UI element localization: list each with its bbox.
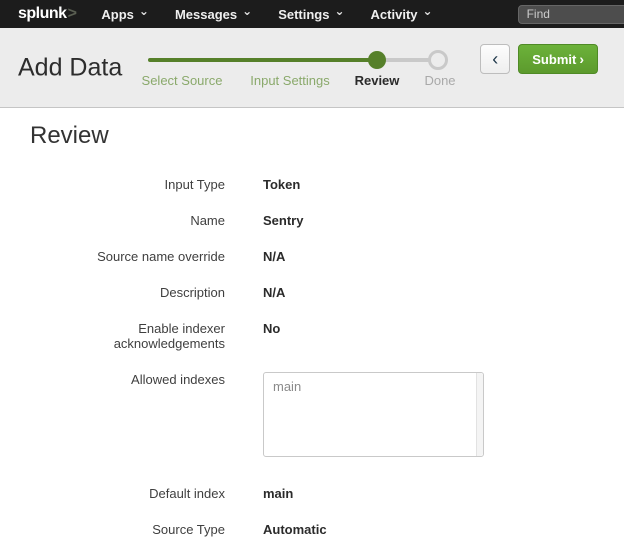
field-row-name: Name Sentry xyxy=(30,213,624,228)
field-label: Allowed indexes xyxy=(30,372,225,387)
field-row-input-type: Input Type Token xyxy=(30,177,624,192)
review-panel: Review Input Type Token Name Sentry Sour… xyxy=(0,108,624,537)
page-title: Add Data xyxy=(18,54,122,83)
chevron-down-icon: ⌄ xyxy=(242,4,252,18)
field-row-source-name-override: Source name override N/A xyxy=(30,249,624,264)
allowed-indexes-listbox[interactable]: main xyxy=(263,372,484,457)
field-row-source-type: Source Type Automatic xyxy=(30,522,624,537)
field-label: Source Type xyxy=(30,522,225,537)
field-value: N/A xyxy=(263,285,285,300)
field-row-allowed-indexes: Allowed indexes main xyxy=(30,372,624,457)
field-row-description: Description N/A xyxy=(30,285,624,300)
step-label-select-source: Select Source xyxy=(142,73,223,88)
chevron-left-icon: ‹ xyxy=(492,49,498,69)
step-label-review: Review xyxy=(355,73,400,88)
field-row-default-index: Default index main xyxy=(30,486,624,501)
splunk-logo-text: splunk xyxy=(18,5,67,22)
field-label: Enable indexer acknowledgements xyxy=(30,321,225,351)
nav-item-label: Messages xyxy=(175,7,237,22)
field-label: Default index xyxy=(30,486,225,501)
nav-item-apps[interactable]: Apps ⌄ xyxy=(88,0,162,28)
review-heading: Review xyxy=(30,122,624,150)
field-row-enable-indexer-acknowledgements: Enable indexer acknowledgements No xyxy=(30,321,624,351)
field-value: Automatic xyxy=(263,522,327,537)
nav-item-settings[interactable]: Settings ⌄ xyxy=(265,0,357,28)
chevron-down-icon: ⌄ xyxy=(139,4,149,18)
field-label: Input Type xyxy=(30,177,225,192)
nav-item-label: Apps xyxy=(101,7,134,22)
step-label-input-settings: Input Settings xyxy=(250,73,330,88)
nav-item-messages[interactable]: Messages ⌄ xyxy=(162,0,265,28)
stepper-current-dot xyxy=(368,51,386,69)
field-value: main xyxy=(263,486,293,501)
submit-button-label: Submit xyxy=(532,52,576,67)
add-data-header: Add Data Select Source Input Settings Re… xyxy=(0,28,624,108)
progress-stepper: Select Source Input Settings Review Done xyxy=(148,28,460,108)
nav-item-label: Activity xyxy=(371,7,418,22)
listbox-item: main xyxy=(273,379,474,394)
top-nav-bar: splunk> Apps ⌄ Messages ⌄ Settings ⌄ Act… xyxy=(0,0,624,28)
nav-item-label: Settings xyxy=(278,7,329,22)
top-nav-menu: Apps ⌄ Messages ⌄ Settings ⌄ Activity ⌄ xyxy=(88,0,445,28)
field-value: Token xyxy=(263,177,300,192)
stepper-upcoming-circle xyxy=(428,50,448,70)
splunk-logo-chevron-icon: > xyxy=(68,5,77,22)
chevron-down-icon: ⌄ xyxy=(334,4,344,18)
stepper-line-complete xyxy=(148,58,377,62)
submit-button[interactable]: Submit› xyxy=(518,44,598,74)
step-label-done: Done xyxy=(424,73,455,88)
chevron-down-icon: ⌄ xyxy=(423,4,433,18)
nav-item-activity[interactable]: Activity ⌄ xyxy=(358,0,446,28)
field-value: Sentry xyxy=(263,213,303,228)
field-label: Source name override xyxy=(30,249,225,264)
back-button[interactable]: ‹ xyxy=(480,44,510,74)
field-label: Name xyxy=(30,213,225,228)
listbox-scrollbar[interactable] xyxy=(476,373,483,456)
field-value: N/A xyxy=(263,249,285,264)
field-value: No xyxy=(263,321,280,336)
splunk-logo[interactable]: splunk> xyxy=(18,5,76,23)
field-label: Description xyxy=(30,285,225,300)
chevron-right-icon: › xyxy=(579,51,584,67)
find-search-input[interactable] xyxy=(518,5,624,24)
header-actions: ‹ Submit› xyxy=(480,44,598,74)
